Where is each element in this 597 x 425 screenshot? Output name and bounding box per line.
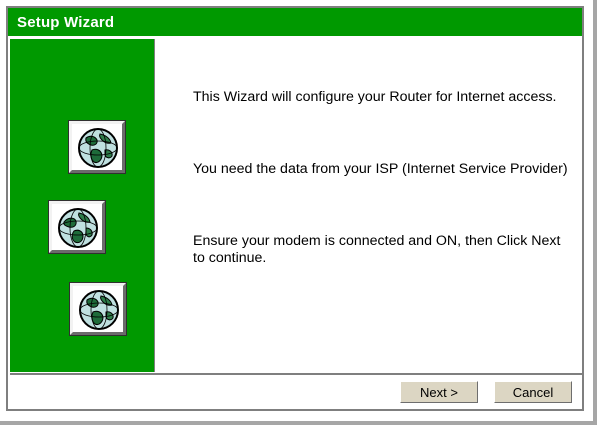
- content-panel: This Wizard will configure your Router f…: [156, 39, 582, 372]
- sidebar: [10, 39, 155, 372]
- globe-icon: [79, 290, 119, 330]
- globe-icon: [78, 128, 118, 168]
- wizard-frame: Setup Wizard This Wizard will configure …: [6, 6, 584, 411]
- modem-instruction-message: Ensure your modem is connected and ON, t…: [193, 233, 561, 266]
- next-button[interactable]: Next >: [400, 381, 478, 403]
- intro-message: This Wizard will configure your Router f…: [193, 89, 557, 105]
- globe-tile: [49, 201, 105, 253]
- globe-tile: [69, 121, 125, 173]
- window-title: Setup Wizard: [17, 14, 115, 31]
- globe-tile: [70, 283, 126, 335]
- isp-data-message: You need the data from your ISP (Interne…: [193, 161, 568, 177]
- globe-icon: [58, 208, 98, 248]
- footer-divider: [10, 373, 582, 375]
- wizard-window: Setup Wizard This Wizard will configure …: [0, 0, 597, 425]
- title-bar: Setup Wizard: [8, 8, 582, 38]
- cancel-button[interactable]: Cancel: [494, 381, 572, 403]
